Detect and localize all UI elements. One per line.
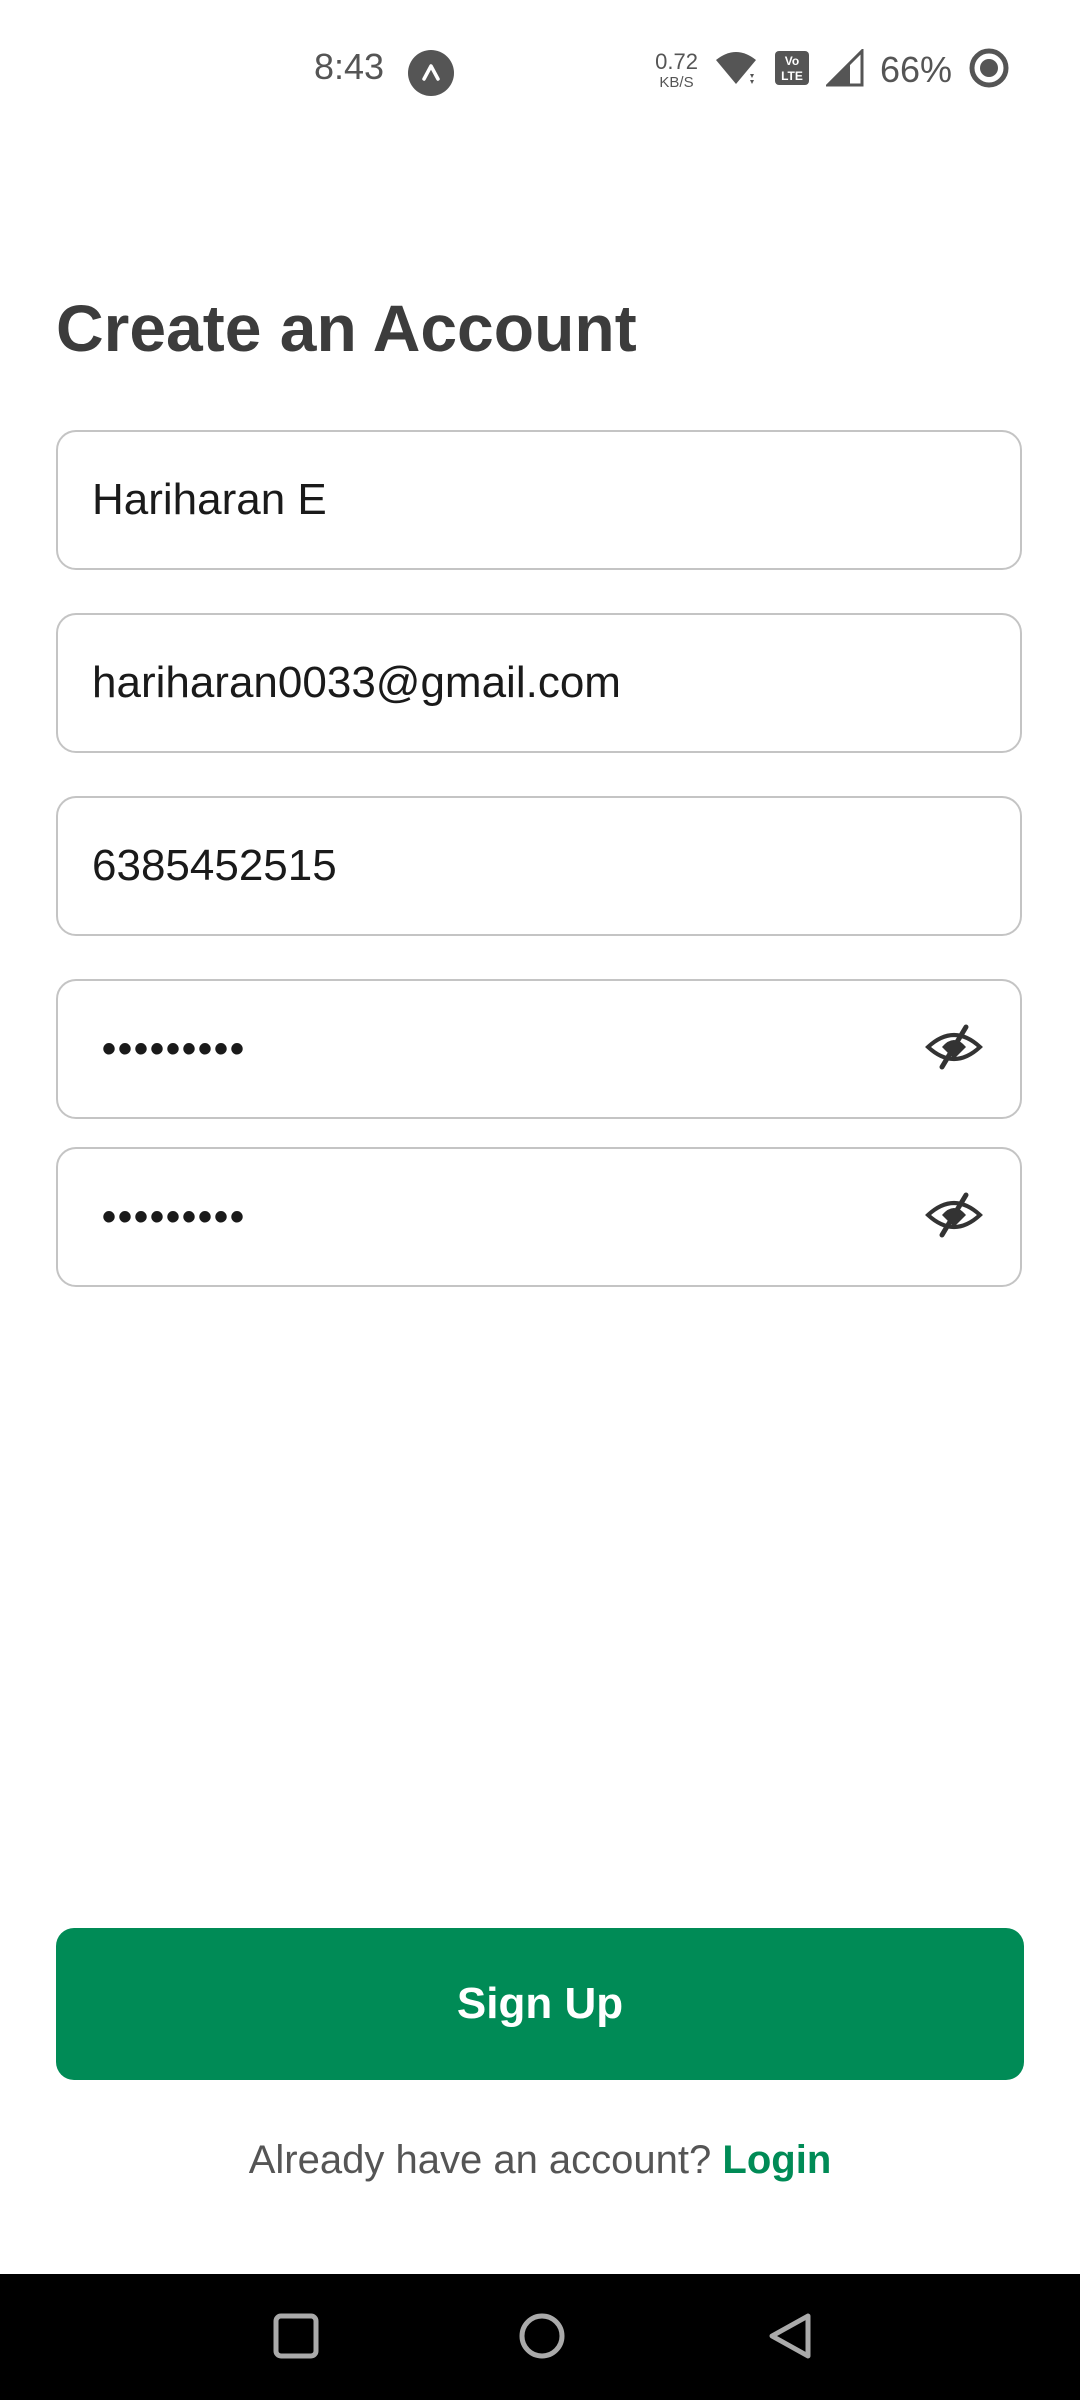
app-notification-icon — [408, 50, 454, 96]
battery-icon — [968, 47, 1010, 94]
login-link[interactable]: Login — [722, 2138, 831, 2182]
battery-percent: 66% — [879, 49, 952, 90]
wifi-icon — [714, 50, 758, 91]
navigation-bar — [0, 2274, 1080, 2400]
password-field[interactable]: ••••••••• — [56, 979, 1022, 1119]
home-button[interactable] — [510, 2306, 574, 2370]
network-speed-unit: KB/S — [659, 73, 694, 91]
page-title: Create an Account — [56, 291, 637, 365]
name-field[interactable]: Hariharan E — [56, 430, 1022, 570]
eye-off-icon — [924, 1191, 984, 1244]
name-value: Hariharan E — [92, 475, 327, 524]
status-indicators: 0.72 KB/S Vo LTE 66% — [655, 44, 1010, 96]
status-bar: 8:43 0.72 KB/S Vo LTE 66% — [0, 0, 1080, 140]
login-prompt-text: Already have an account? — [248, 2138, 712, 2182]
email-value: hariharan0033@gmail.com — [92, 658, 621, 707]
eye-off-icon — [924, 1023, 984, 1076]
login-prompt-row: Already have an account? Login — [0, 2138, 1080, 2183]
volte-icon: Vo LTE — [774, 50, 810, 91]
confirm-password-visibility-toggle[interactable] — [922, 1191, 986, 1243]
recent-apps-icon — [272, 2312, 320, 2365]
back-button[interactable] — [758, 2306, 822, 2370]
status-time: 8:43 — [314, 46, 385, 87]
confirm-password-value: ••••••••• — [102, 1194, 247, 1239]
phone-value: 6385452515 — [92, 841, 337, 890]
confirm-password-field[interactable]: ••••••••• — [56, 1147, 1022, 1287]
svg-text:Vo: Vo — [785, 54, 799, 68]
home-icon — [517, 2311, 567, 2366]
svg-text:LTE: LTE — [781, 69, 803, 83]
back-icon — [766, 2311, 814, 2366]
password-value: ••••••••• — [102, 1026, 247, 1071]
network-speed: 0.72 KB/S — [655, 48, 698, 91]
phone-field[interactable]: 6385452515 — [56, 796, 1022, 936]
password-visibility-toggle[interactable] — [922, 1023, 986, 1075]
network-speed-value: 0.72 — [655, 48, 698, 74]
signup-screen: 8:43 0.72 KB/S Vo LTE 66% Create an Acco… — [0, 0, 1080, 2400]
email-field[interactable]: hariharan0033@gmail.com — [56, 613, 1022, 753]
recent-apps-button[interactable] — [264, 2306, 328, 2370]
signup-button[interactable]: Sign Up — [56, 1928, 1024, 2080]
signal-icon — [824, 46, 864, 92]
